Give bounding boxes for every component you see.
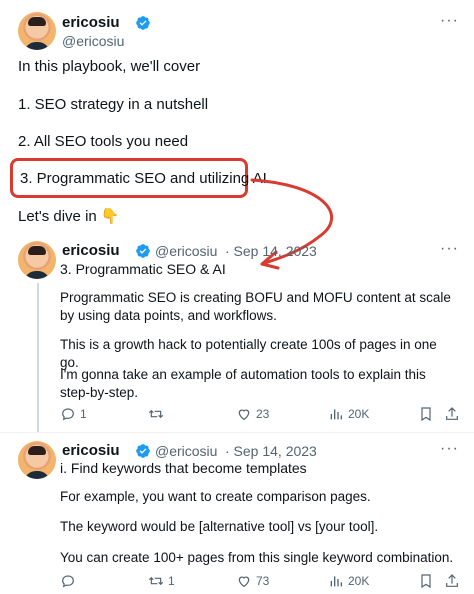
author-handle[interactable]: @ericosiu bbox=[155, 443, 217, 459]
like-count: 73 bbox=[256, 574, 270, 588]
share-button[interactable] bbox=[444, 573, 464, 589]
retweet-icon bbox=[148, 409, 164, 419]
more-options-icon[interactable]: ··· bbox=[440, 240, 459, 258]
like-icon bbox=[238, 409, 250, 421]
like-button[interactable]: 23 bbox=[236, 406, 269, 422]
reply-paragraph: I'm gonna take an example of automation … bbox=[60, 367, 426, 400]
reply-count: 1 bbox=[80, 407, 87, 421]
reply-paragraph: The keyword would be [alternative tool] … bbox=[60, 519, 379, 534]
retweet-icon bbox=[148, 576, 164, 586]
reply-paragraph: Programmatic SEO is creating BOFU and MO… bbox=[60, 290, 451, 323]
bookmark-icon bbox=[421, 407, 431, 422]
action-bar: 1 23 20K bbox=[60, 406, 460, 424]
avatar[interactable] bbox=[18, 241, 56, 279]
reply-button[interactable] bbox=[60, 573, 80, 589]
views-button[interactable]: 20K bbox=[328, 406, 369, 422]
more-options-icon[interactable]: ··· bbox=[440, 440, 459, 458]
retweet-count: 1 bbox=[168, 574, 175, 588]
retweet-button[interactable] bbox=[148, 406, 168, 422]
share-icon bbox=[446, 407, 458, 420]
views-icon bbox=[330, 409, 342, 420]
thread-connector bbox=[37, 283, 39, 433]
bookmark-button[interactable] bbox=[418, 406, 438, 422]
author-name[interactable]: ericosiu bbox=[62, 442, 120, 459]
post-date[interactable]: · Sep 14, 2023 bbox=[225, 443, 317, 459]
reply-icon bbox=[62, 408, 74, 421]
like-button[interactable]: 73 bbox=[236, 573, 269, 589]
retweet-button[interactable]: 1 bbox=[148, 573, 175, 589]
like-icon bbox=[238, 576, 250, 588]
views-icon bbox=[330, 576, 342, 587]
reply-title: 3. Programmatic SEO & AI bbox=[60, 261, 226, 277]
share-icon bbox=[446, 574, 458, 587]
views-count: 20K bbox=[348, 574, 370, 588]
reply-icon bbox=[62, 575, 74, 588]
tweet-thread: ericosiu @ericosiu ··· In this playbook,… bbox=[0, 0, 474, 594]
action-bar: 1 73 20K bbox=[60, 573, 460, 591]
verified-badge-icon bbox=[136, 444, 150, 458]
avatar[interactable] bbox=[18, 441, 56, 479]
reply-button[interactable]: 1 bbox=[60, 406, 87, 422]
post-date[interactable]: · Sep 14, 2023 bbox=[225, 243, 317, 259]
divider bbox=[0, 432, 474, 433]
author-name[interactable]: ericosiu bbox=[62, 242, 120, 259]
reply-paragraph: For example, you want to create comparis… bbox=[60, 489, 371, 504]
reply-paragraph: You can create 100+ pages from this sing… bbox=[60, 550, 454, 565]
bookmark-button[interactable] bbox=[418, 573, 438, 589]
bookmark-icon bbox=[421, 574, 431, 589]
views-button[interactable]: 20K bbox=[328, 573, 369, 589]
reply-title: i. Find keywords that become templates bbox=[60, 460, 307, 476]
author-handle[interactable]: @ericosiu bbox=[155, 243, 217, 259]
verified-badge-icon bbox=[136, 244, 150, 258]
share-button[interactable] bbox=[444, 406, 464, 422]
views-count: 20K bbox=[348, 407, 370, 421]
like-count: 23 bbox=[256, 407, 270, 421]
